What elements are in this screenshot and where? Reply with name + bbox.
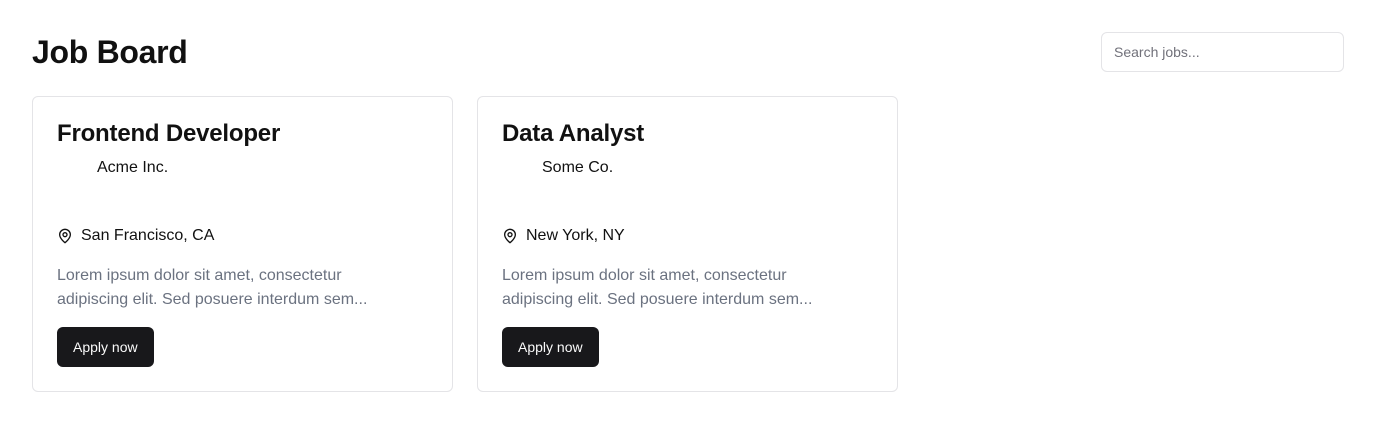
job-title: Data Analyst bbox=[502, 120, 645, 147]
job-list: Frontend Developer Acme Inc. San Francis… bbox=[32, 96, 898, 392]
job-card: Frontend Developer Acme Inc. San Francis… bbox=[32, 96, 453, 392]
page-title: Job Board bbox=[32, 34, 188, 70]
map-pin-icon bbox=[59, 228, 71, 244]
job-location: San Francisco, CA bbox=[57, 226, 214, 246]
location-label: New York, NY bbox=[526, 227, 625, 244]
apply-now-button[interactable]: Apply now bbox=[502, 327, 599, 367]
company-name: Acme Inc. bbox=[97, 159, 169, 176]
search-input[interactable] bbox=[1101, 32, 1344, 72]
job-location: New York, NY bbox=[502, 226, 625, 246]
apply-now-button[interactable]: Apply now bbox=[57, 327, 154, 367]
job-description: Lorem ipsum dolor sit amet, consectetur … bbox=[57, 267, 368, 308]
job-description: Lorem ipsum dolor sit amet, consectetur … bbox=[502, 267, 813, 308]
job-title: Frontend Developer bbox=[57, 120, 281, 147]
map-pin-icon bbox=[504, 228, 516, 244]
location-label: San Francisco, CA bbox=[81, 227, 215, 244]
job-card: Data Analyst Some Co. New York, NY Lorem… bbox=[477, 96, 898, 392]
company-name: Some Co. bbox=[542, 159, 614, 176]
